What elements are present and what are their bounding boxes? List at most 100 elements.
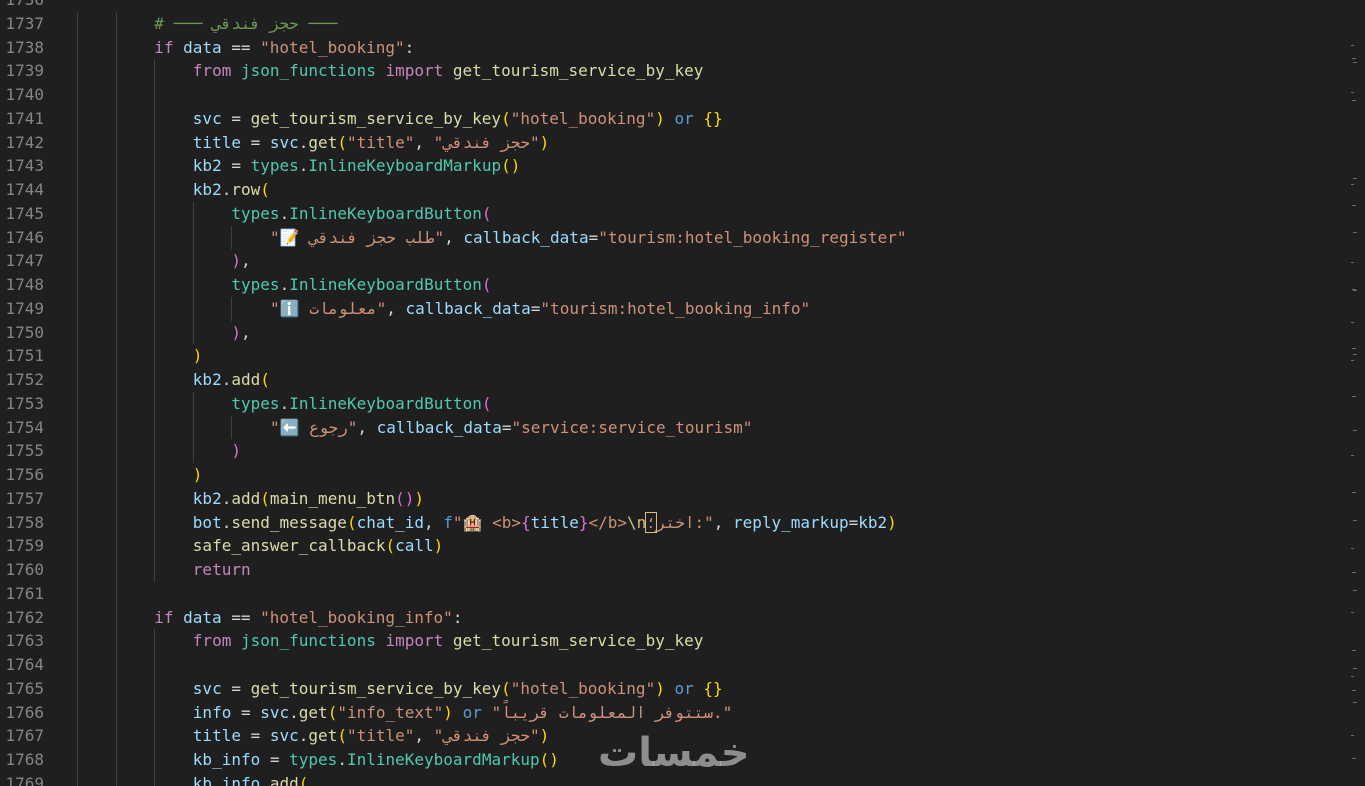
indent-guide — [77, 653, 78, 677]
code-line[interactable]: 1748 types.InlineKeyboardButton( — [0, 273, 1355, 297]
indent-guide — [77, 368, 78, 392]
indent-guide — [77, 463, 78, 487]
code-token: or — [462, 702, 482, 722]
code-token: " — [452, 512, 463, 532]
indent-guide — [77, 534, 78, 558]
indent-guide — [154, 653, 156, 677]
indent-guide — [115, 106, 117, 131]
code-token: , — [414, 132, 434, 152]
indent-guide — [154, 273, 156, 297]
code-token: InlineKeyboardMarkup — [308, 156, 502, 176]
code-token: </b> — [588, 512, 628, 532]
code-line[interactable]: 1759 safe_answer_callback(call) — [0, 534, 1355, 558]
code-token: json_functions — [240, 631, 376, 651]
indent-guide — [115, 225, 117, 250]
code-line[interactable]: 1739 from json_functions import get_touri… — [0, 59, 1355, 83]
code-token: . — [298, 156, 309, 176]
code-token: kb2 — [192, 180, 222, 199]
code-line[interactable]: 1754 "⬅️ رجوع", callback_data="service:se… — [0, 415, 1355, 440]
minimap-mark — [1351, 676, 1354, 677]
code-line[interactable]: 1747), — [0, 249, 1355, 273]
code-line[interactable]: 1763 from json_functions import get_touri… — [0, 629, 1355, 653]
code-line[interactable]: 1742 title = svc.get("title", "حجز فندقي"… — [0, 130, 1355, 155]
code-token: "حجز فندقي" — [433, 132, 540, 152]
code-token: " — [270, 298, 280, 318]
code-token: ) — [539, 726, 550, 746]
code-line[interactable]: 1755) — [0, 439, 1355, 463]
code-line[interactable]: 1751) — [0, 344, 1355, 368]
vertical-scrollbar[interactable] — [1357, 0, 1365, 786]
code-line[interactable]: 1740 — [0, 83, 1355, 107]
indent-guide — [115, 463, 117, 487]
indent-guide — [77, 415, 78, 440]
code-editor[interactable]: 17361737 # ─── حجز فندقي ─── 1738 if data =… — [0, 0, 1365, 786]
code-token: types — [231, 275, 280, 294]
code-token: . — [260, 773, 270, 786]
indent-guide — [115, 83, 117, 107]
minimap-mark — [1352, 650, 1356, 651]
code-token: return — [192, 560, 251, 579]
code-lines[interactable]: 17361737 # ─── حجز فندقي ─── 1738 if data =… — [0, 0, 1355, 786]
code-token: ( — [501, 108, 511, 128]
indent-guide — [77, 605, 78, 630]
indent-guide — [154, 700, 156, 725]
code-line[interactable]: 1752 kb2.add( — [0, 368, 1355, 392]
code-token: ( — [501, 678, 511, 698]
indent-guide — [192, 273, 194, 297]
code-token: ؛ — [645, 511, 657, 533]
code-line[interactable]: 1760 return — [0, 558, 1355, 582]
indent-guide — [154, 629, 156, 653]
code-line[interactable]: 1766 info = svc.get("info_text") or "ستتو… — [0, 700, 1355, 725]
line-number: 1750 — [5, 322, 44, 342]
line-code: from json_functions import get_tourism_s… — [193, 59, 1355, 83]
indent-guide — [231, 296, 233, 321]
code-token: add — [269, 773, 299, 786]
code-line[interactable]: 1741 svc = get_tourism_service_by_key("ho… — [0, 106, 1355, 131]
code-line[interactable]: 1746 "📝 طلب حجز فندقي", callback_data="to… — [0, 225, 1355, 250]
code-token: "hotel_booking" — [510, 678, 656, 698]
code-line[interactable]: 1762 if data == "hotel_booking_info": — [0, 605, 1355, 630]
indent-guide — [115, 415, 117, 440]
code-line[interactable]: 1736 — [0, 0, 1355, 12]
indent-guide — [77, 225, 78, 250]
indent-guide — [154, 463, 156, 487]
line-number: 1741 — [5, 108, 44, 128]
code-line[interactable]: 1756) — [0, 463, 1355, 487]
code-line[interactable]: 1750), — [0, 320, 1355, 345]
code-token: f — [443, 512, 453, 532]
code-line[interactable]: 1738 if data == "hotel_booking": — [0, 35, 1355, 60]
code-token: رجوع" — [309, 417, 358, 437]
code-line[interactable]: 1758 bot.send_message(chat_id, f"🏨 <b>{ti… — [0, 510, 1355, 535]
minimap-mark — [1351, 455, 1354, 456]
code-token: title — [192, 726, 241, 746]
code-token: ( — [327, 702, 338, 722]
code-token: bot — [192, 512, 222, 532]
line-number: 1746 — [5, 227, 44, 247]
code-line[interactable]: 1764 — [0, 653, 1355, 677]
code-line[interactable]: 1743 kb2 = types.InlineKeyboardMarkup() — [0, 154, 1355, 178]
code-token: safe_answer_callback — [192, 536, 386, 556]
code-line[interactable]: 1757 kb2.add(main_menu_btn()) — [0, 486, 1355, 511]
minimap-mark — [1352, 758, 1356, 759]
code-token: ) — [539, 132, 550, 152]
indent-guide — [77, 700, 78, 725]
code-token: svc — [192, 108, 222, 128]
code-line[interactable]: 1761 — [0, 581, 1355, 606]
code-token: ( — [346, 512, 357, 532]
code-token: " — [270, 227, 280, 247]
code-line[interactable]: 1744 kb2.row( — [0, 178, 1355, 202]
indent-guide — [115, 35, 117, 60]
code-line[interactable]: 1745 types.InlineKeyboardButton( — [0, 201, 1355, 226]
line-number: 1767 — [5, 726, 44, 746]
code-token: or — [674, 108, 694, 128]
code-line[interactable]: 1749 "ℹ️ معلومات", callback_data="tourism… — [0, 296, 1355, 321]
code-token: InlineKeyboardMarkup — [346, 750, 540, 769]
code-line[interactable]: 1753 types.InlineKeyboardButton( — [0, 391, 1355, 416]
indent-guide — [154, 558, 156, 582]
indent-guide — [77, 748, 78, 772]
code-line[interactable]: 1737 # ─── حجز فندقي ─── — [0, 11, 1355, 36]
code-line[interactable]: 1765 svc = get_tourism_service_by_key("ho… — [0, 676, 1355, 701]
code-token: InlineKeyboardButton — [289, 275, 482, 294]
code-token: \n — [627, 512, 647, 532]
